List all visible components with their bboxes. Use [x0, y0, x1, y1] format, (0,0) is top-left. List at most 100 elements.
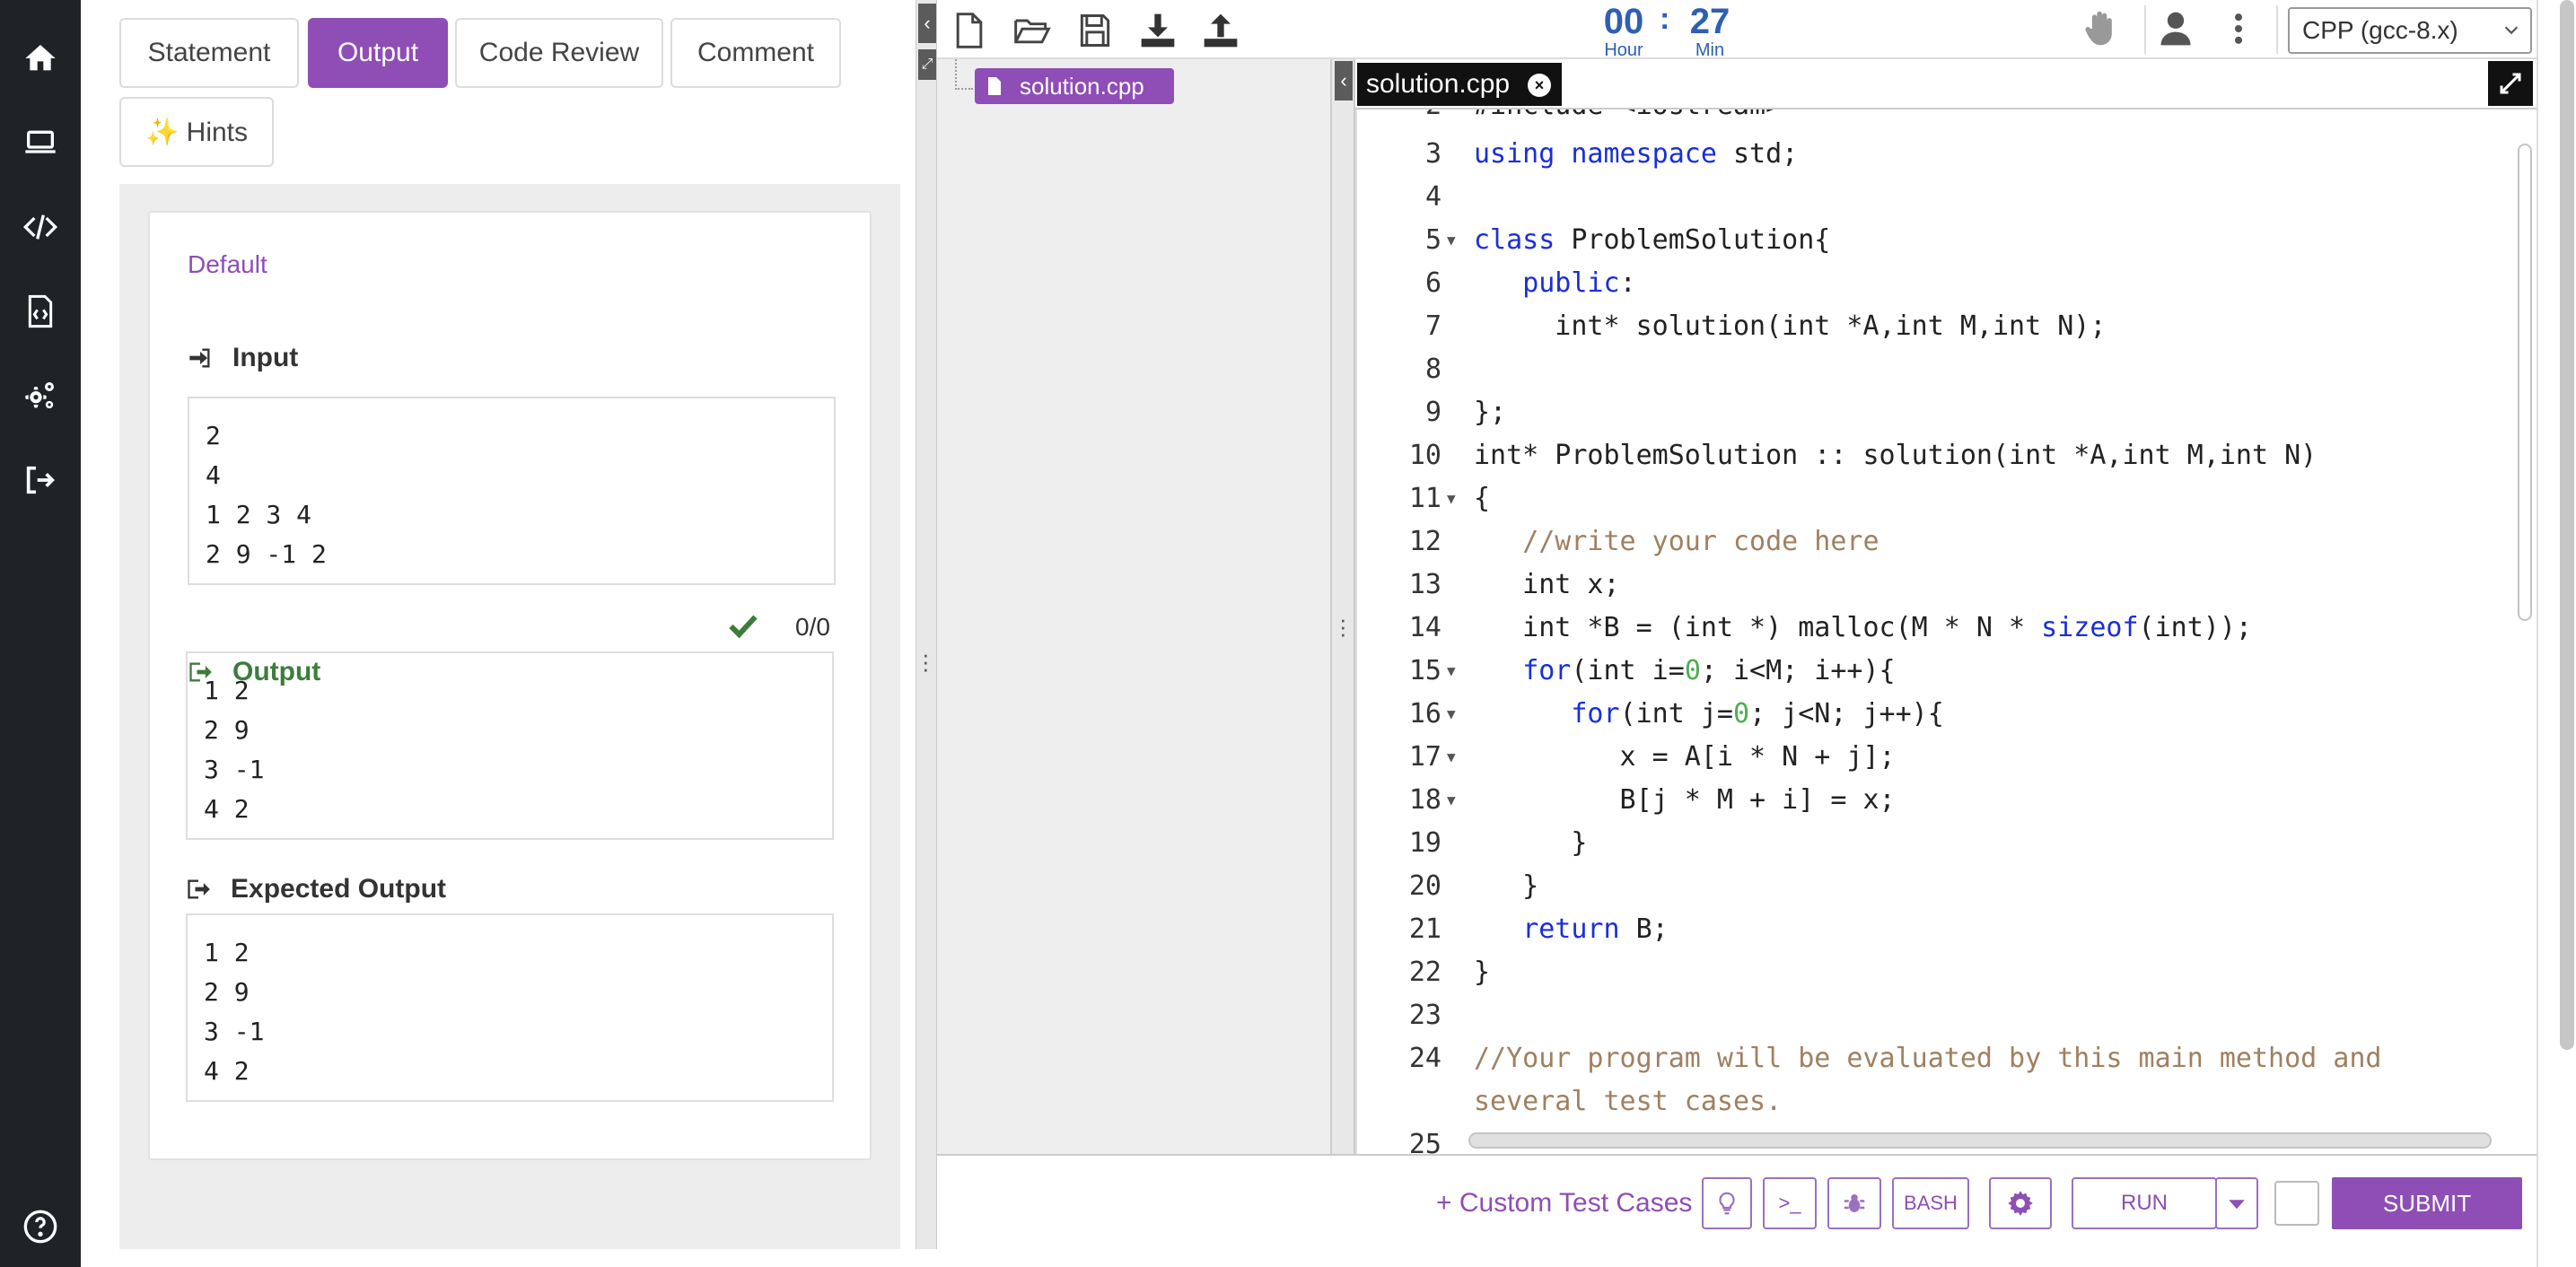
tree-splitter[interactable]: ‹ ···	[1332, 59, 1355, 1154]
input-heading: Input	[188, 343, 298, 373]
file-name: solution.cpp	[1020, 73, 1144, 100]
bug-icon	[1841, 1190, 1868, 1217]
open-folder-icon[interactable]	[1012, 11, 1052, 50]
tab-hints[interactable]: ✨ Hints	[119, 97, 274, 167]
file-tree: solution.cpp	[937, 59, 1332, 1154]
code-editor[interactable]: 2#include <iostream> 3using namespace st…	[1355, 108, 2537, 1154]
input-line: 4	[206, 456, 818, 495]
debug-button[interactable]	[1827, 1177, 1881, 1229]
more-options-icon[interactable]	[2219, 9, 2258, 48]
gears-icon[interactable]	[0, 364, 81, 427]
file-tree-item[interactable]: solution.cpp	[975, 68, 1174, 104]
code-file-icon[interactable]	[0, 280, 81, 343]
tab-output[interactable]: Output	[308, 18, 448, 88]
settings-button[interactable]	[1989, 1177, 2052, 1229]
user-icon[interactable]	[2156, 9, 2195, 48]
help-icon[interactable]	[0, 1195, 81, 1258]
code-line: 19 }	[1355, 822, 2537, 865]
page-scroll-track	[2537, 0, 2576, 1267]
option-checkbox[interactable]	[2274, 1181, 2319, 1226]
editor-toolbar: 00 Hour : 27 Min CPP (gcc-8.x)	[937, 0, 2537, 59]
caret-down-icon	[2223, 1190, 2250, 1217]
code-line: 24//Your program will be evaluated by th…	[1355, 1037, 2537, 1080]
editor-tab-solution[interactable]: solution.cpp ×	[1357, 63, 1562, 106]
editor-tabs: solution.cpp ×	[1355, 59, 2537, 108]
language-select[interactable]: CPP (gcc-8.x)	[2288, 7, 2532, 54]
close-tab-icon[interactable]: ×	[1528, 74, 1551, 97]
code-line: 9};	[1355, 391, 2537, 434]
laptop-icon[interactable]	[0, 111, 81, 174]
raise-hand-icon[interactable]	[2081, 9, 2120, 48]
page-scrollbar[interactable]	[2560, 0, 2574, 1050]
code-line: 17▼ x = A[i * N + j];	[1355, 736, 2537, 779]
code-line: 5▼class ProblemSolution{	[1355, 219, 2537, 262]
drag-handle-icon[interactable]: ···	[1339, 616, 1347, 637]
new-file-icon[interactable]	[950, 11, 989, 50]
code-line: 11▼{	[1355, 477, 2537, 520]
code-line: 8	[1355, 348, 2537, 391]
code-line: 13 int x;	[1355, 564, 2537, 607]
editor-vertical-scrollbar[interactable]	[2518, 144, 2532, 621]
upload-icon[interactable]	[1201, 11, 1240, 50]
bash-button[interactable]: BASH	[1892, 1177, 1969, 1229]
input-line: 1 2 3 4	[206, 495, 818, 535]
code-line: several test cases.	[1355, 1080, 2537, 1123]
action-bar: + Custom Test Cases >_ BASH RUN SUBMIT	[937, 1154, 2537, 1249]
run-button[interactable]: RUN	[2072, 1177, 2217, 1229]
sign-out-icon[interactable]	[0, 449, 81, 511]
tab-comment[interactable]: Comment	[670, 18, 841, 88]
custom-test-cases-link[interactable]: + Custom Test Cases	[1436, 1188, 1692, 1219]
download-icon[interactable]	[1138, 11, 1178, 50]
test-score: 0/0	[795, 613, 830, 642]
panel-splitter[interactable]: ‹ ⤢ ···	[916, 0, 937, 1249]
expand-icon[interactable]: ⤢	[918, 49, 936, 80]
hint-button[interactable]	[1702, 1177, 1752, 1229]
home-icon[interactable]	[0, 27, 81, 90]
timer-minutes-label: Min	[1678, 41, 1741, 59]
run-options-dropdown[interactable]	[2215, 1177, 2258, 1229]
expected-output-label: Expected Output	[231, 874, 446, 904]
code-line: 15▼ for(int i=0; i<M; i++){	[1355, 650, 2537, 693]
code-line: 18▼ B[j * M + i] = x;	[1355, 779, 2537, 822]
check-icon	[725, 610, 761, 642]
code-icon[interactable]	[0, 196, 81, 258]
timer-minutes: 27 Min	[1678, 2, 1741, 59]
output-line: 3 -1	[204, 750, 816, 790]
tab-statement[interactable]: Statement	[119, 18, 299, 88]
expected-line: 4 2	[204, 1052, 816, 1091]
timer-hours-label: Hour	[1592, 41, 1655, 59]
sign-out-small-icon	[186, 877, 211, 902]
expected-output-heading: Expected Output	[186, 874, 446, 904]
output-line: 2 9	[204, 711, 816, 750]
toolbar-divider	[2276, 5, 2278, 54]
input-line: 2 9 -1 2	[206, 535, 818, 574]
tab-code-review[interactable]: Code Review	[455, 18, 663, 88]
code-line: 14 int *B = (int *) malloc(M * N * sizeo…	[1355, 607, 2537, 650]
drag-handle-icon[interactable]: ···	[922, 651, 930, 672]
collapse-left-icon[interactable]: ‹	[918, 4, 936, 43]
submit-button[interactable]: SUBMIT	[2332, 1177, 2522, 1229]
code-line: 7 int* solution(int *A,int M,int N);	[1355, 305, 2537, 348]
terminal-button[interactable]: >_	[1763, 1177, 1817, 1229]
output-line: 1 2	[204, 671, 816, 711]
code-line: 3using namespace std;	[1355, 133, 2537, 176]
editor-tab-label: solution.cpp	[1366, 69, 1510, 100]
editor-horizontal-scrollbar[interactable]	[1468, 1132, 2492, 1149]
code-line: 6 public:	[1355, 262, 2537, 305]
code-line: 4	[1355, 176, 2537, 219]
collapse-tree-icon[interactable]: ‹	[1335, 61, 1353, 100]
code-line: 22}	[1355, 951, 2537, 994]
chevron-down-icon	[2502, 20, 2521, 39]
maximize-editor-button[interactable]	[2488, 61, 2533, 106]
expected-line: 2 9	[204, 973, 816, 1012]
save-icon[interactable]	[1075, 11, 1115, 50]
timer-minutes-value: 27	[1678, 2, 1741, 41]
toolbar-divider	[2144, 5, 2146, 54]
code-line: 20 }	[1355, 865, 2537, 908]
output-box: 1 2 2 9 3 -1 4 2	[186, 651, 834, 840]
page-bottom-border	[81, 1249, 2537, 1267]
code-line: 21 return B;	[1355, 908, 2537, 951]
input-box: 2 4 1 2 3 4 2 9 -1 2	[188, 397, 836, 585]
app-sidebar	[0, 0, 81, 1267]
lightbulb-icon	[1713, 1190, 1740, 1217]
